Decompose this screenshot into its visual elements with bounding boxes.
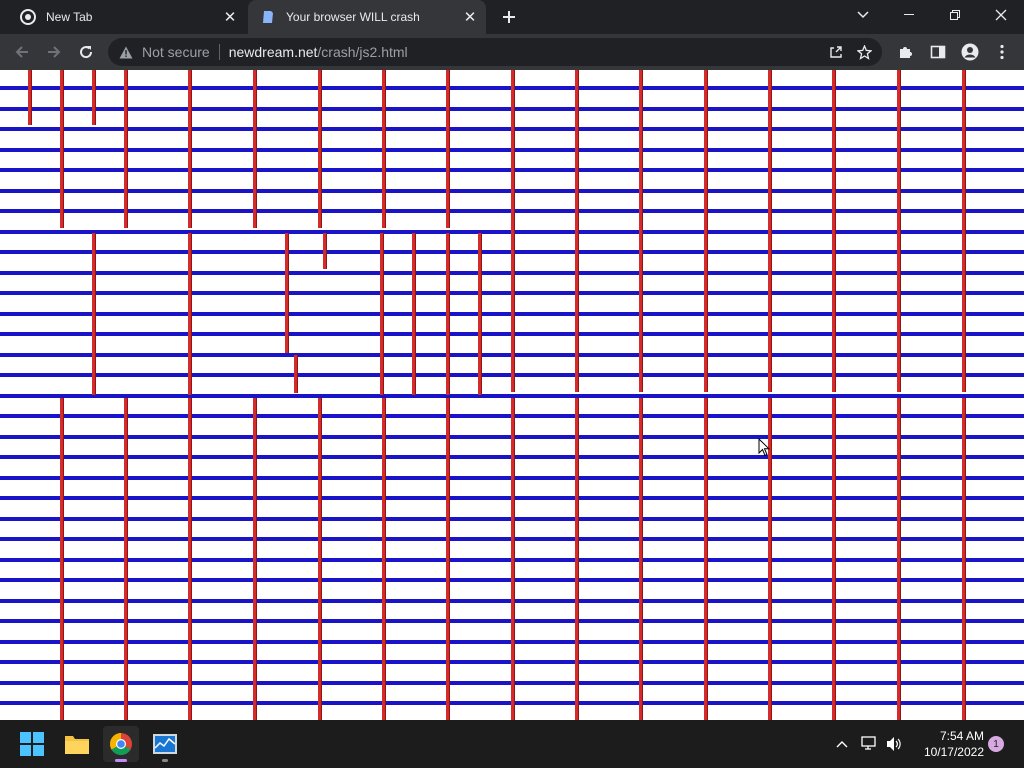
reload-icon xyxy=(80,46,93,59)
restore-button[interactable] xyxy=(932,0,978,30)
url-text[interactable]: newdream.net/crash/js2.html xyxy=(229,44,408,60)
system-clock[interactable]: 7:54 AM 10/17/2022 xyxy=(912,728,984,760)
clock-date: 10/17/2022 xyxy=(923,745,984,759)
avatar-icon xyxy=(961,43,979,61)
reload-button[interactable] xyxy=(72,38,100,66)
chevron-down-icon xyxy=(857,11,869,19)
chevron-up-icon xyxy=(836,741,848,748)
minimize-icon xyxy=(904,14,914,15)
profile-button[interactable] xyxy=(956,38,984,66)
tab-strip: New Tab ✕ Your browser WILL crash ✕ xyxy=(0,0,1024,34)
side-panel-button[interactable] xyxy=(924,38,952,66)
forward-button[interactable] xyxy=(40,38,68,66)
windows-icon xyxy=(20,732,44,756)
windows-taskbar: 7:54 AM 10/17/2022 1 xyxy=(0,720,1024,768)
tab-your-browser-will-crash[interactable]: Your browser WILL crash ✕ xyxy=(248,0,486,34)
browser-toolbar: Not secure newdream.net/crash/js2.html xyxy=(0,34,1024,70)
kebab-menu-icon xyxy=(1000,44,1004,60)
tab-label: Your browser WILL crash xyxy=(286,10,420,24)
task-manager-icon xyxy=(153,734,177,754)
close-tab-icon[interactable]: ✕ xyxy=(220,7,240,27)
address-bar[interactable]: Not secure newdream.net/crash/js2.html xyxy=(108,38,882,66)
volume-button[interactable] xyxy=(884,734,904,754)
tab-new-tab[interactable]: New Tab ✕ xyxy=(8,0,246,34)
line-pattern xyxy=(0,70,1024,720)
url-host: newdream.net xyxy=(228,44,318,60)
close-window-button[interactable] xyxy=(978,0,1024,30)
new-tab-button[interactable] xyxy=(498,6,520,28)
restore-icon xyxy=(950,10,960,20)
notification-badge[interactable]: 1 xyxy=(988,736,1004,752)
url-path: /crash/js2.html xyxy=(317,44,408,60)
file-explorer-button[interactable] xyxy=(59,726,95,762)
puzzle-icon xyxy=(900,47,912,58)
chrome-taskbar-button[interactable] xyxy=(103,726,139,762)
speaker-icon xyxy=(887,737,901,751)
tab-label: New Tab xyxy=(46,10,93,24)
arrow-left-icon xyxy=(15,46,28,58)
extensions-button[interactable] xyxy=(892,38,920,66)
share-button[interactable] xyxy=(822,38,850,66)
side-panel-icon xyxy=(930,45,946,59)
clock-time: 7:54 AM xyxy=(939,729,984,743)
network-icon xyxy=(861,736,876,750)
back-button[interactable] xyxy=(8,38,36,66)
task-manager-button[interactable] xyxy=(147,726,183,762)
chrome-icon xyxy=(110,733,132,755)
bookmark-button[interactable] xyxy=(850,38,878,66)
plus-icon xyxy=(503,11,515,23)
network-button[interactable] xyxy=(860,734,880,754)
warning-icon[interactable] xyxy=(118,44,134,60)
security-label[interactable]: Not secure xyxy=(142,44,210,60)
divider xyxy=(218,44,220,60)
star-icon xyxy=(856,44,872,60)
minimize-button[interactable] xyxy=(886,0,932,30)
menu-button[interactable] xyxy=(988,38,1016,66)
page-content[interactable] xyxy=(0,70,1024,720)
share-icon xyxy=(830,46,842,58)
close-icon xyxy=(995,9,1007,21)
start-button[interactable] xyxy=(14,726,50,762)
chrome-icon xyxy=(20,9,36,25)
close-tab-icon[interactable]: ✕ xyxy=(460,7,480,27)
page-icon xyxy=(260,9,276,25)
show-hidden-icons-button[interactable] xyxy=(832,734,852,754)
arrow-right-icon xyxy=(48,46,61,58)
tab-search-button[interactable] xyxy=(840,0,886,30)
folder-icon xyxy=(65,736,89,754)
mouse-cursor-icon xyxy=(758,438,770,457)
